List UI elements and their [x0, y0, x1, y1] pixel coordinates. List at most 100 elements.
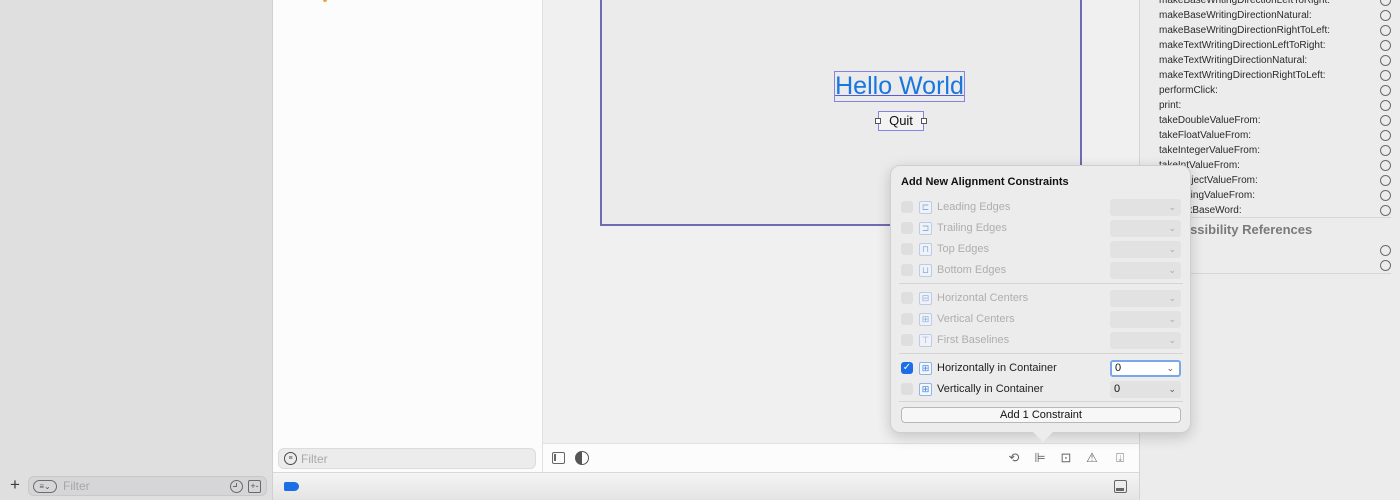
- constraint-checkbox[interactable]: [901, 313, 913, 325]
- chevron-down-icon[interactable]: ⌄: [1168, 220, 1176, 237]
- constraint-type-icon: ⊔: [919, 263, 932, 277]
- constraint-offset-combobox[interactable]: ⌄: [1110, 219, 1181, 237]
- connection-well-icon[interactable]: [1380, 100, 1391, 111]
- constraint-offset-combobox[interactable]: ⌄: [1110, 240, 1181, 258]
- constraint-type-icon: ⊏: [919, 200, 932, 214]
- popover-arrow: [1033, 432, 1053, 442]
- constraint-offset-combobox[interactable]: ⌄: [1110, 289, 1181, 307]
- add-constraint-button[interactable]: Add 1 Constraint: [901, 407, 1181, 423]
- constraint-checkbox[interactable]: [901, 222, 913, 234]
- resize-handle-left[interactable]: [875, 118, 881, 124]
- chevron-down-icon[interactable]: ⌄: [1168, 311, 1176, 328]
- connection-well-icon[interactable]: [1380, 190, 1391, 201]
- chevron-down-icon[interactable]: ⌄: [1168, 332, 1176, 349]
- constraint-checkbox[interactable]: [901, 264, 913, 276]
- connection-label: makeTextWritingDirectionNatural:: [1159, 55, 1308, 66]
- outline-filter-field[interactable]: ≡ Filter: [278, 448, 536, 469]
- constraint-offset-combobox[interactable]: ⌄: [1110, 310, 1181, 328]
- filter-options-icon[interactable]: ≡⌄: [33, 479, 57, 493]
- sidebar-footer: + ≡⌄ Filter +-: [0, 470, 273, 500]
- add-constraints-icon[interactable]: ⊡: [1057, 450, 1075, 466]
- connection-well-icon[interactable]: [1380, 55, 1391, 66]
- constraint-label: Leading Edges: [937, 201, 1011, 213]
- constraint-offset-value[interactable]: 0: [1115, 362, 1121, 374]
- sidebar-filter-input[interactable]: Filter: [63, 479, 230, 493]
- connection-well-icon[interactable]: [1380, 145, 1391, 156]
- breakpoints-toggle-icon[interactable]: [284, 482, 299, 491]
- connection-well-icon[interactable]: [1380, 70, 1391, 81]
- constraint-row: ⊟ Horizontal Centers ⌄: [901, 289, 1181, 307]
- connection-row: makeBaseWritingDirectionRightToLeft:: [1159, 23, 1391, 38]
- constraint-row: ⊓ Top Edges ⌄: [901, 240, 1181, 258]
- connection-label: makeTextWritingDirectionLeftToRight:: [1159, 40, 1326, 51]
- connection-well-icon[interactable]: [1380, 115, 1391, 126]
- connection-well-icon[interactable]: [1380, 130, 1391, 141]
- constraint-offset-combobox[interactable]: ⌄: [1110, 261, 1181, 279]
- connection-well-icon[interactable]: [1380, 260, 1391, 271]
- hide-outline-icon[interactable]: [552, 452, 565, 464]
- popover-divider: [899, 353, 1183, 354]
- canvas-toolbar: ⟲ ⊫ ⊡ ⚠ ⍗: [543, 443, 1139, 472]
- connection-row: takeIntValueFrom:: [1159, 158, 1391, 173]
- constraint-row: ⊔ Bottom Edges ⌄: [901, 261, 1181, 279]
- filter-icon: ≡: [284, 452, 297, 465]
- constraint-offset-combobox[interactable]: 0 ⌄: [1110, 380, 1181, 398]
- constraint-offset-combobox[interactable]: ⌄: [1110, 198, 1181, 216]
- connection-label: takeIntegerValueFrom:: [1159, 145, 1260, 156]
- constraint-checkbox[interactable]: [901, 292, 913, 304]
- constraint-type-icon: ⊤: [919, 333, 932, 347]
- add-button[interactable]: +: [10, 476, 24, 493]
- popover-title: Add New Alignment Constraints: [901, 176, 1069, 188]
- chevron-down-icon[interactable]: ⌄: [1168, 241, 1176, 258]
- hello-world-label[interactable]: Hello World: [834, 71, 965, 102]
- connection-well-icon[interactable]: [1380, 25, 1391, 36]
- source-control-filter-icon[interactable]: +-: [248, 479, 261, 493]
- resolve-issues-icon[interactable]: ⚠: [1083, 450, 1101, 466]
- connection-well-icon[interactable]: [1380, 10, 1391, 21]
- constraint-row: ⊏ Leading Edges ⌄: [901, 198, 1181, 216]
- constraint-type-icon: ⊞: [919, 382, 932, 396]
- constraint-offset-combobox[interactable]: 0 ⌄: [1110, 359, 1181, 377]
- constraint-checkbox[interactable]: [901, 334, 913, 346]
- connection-well-icon[interactable]: [1380, 85, 1391, 96]
- constraint-row: ⊤ First Baselines ⌄: [901, 331, 1181, 349]
- chevron-down-icon[interactable]: ⌄: [1168, 199, 1176, 216]
- connection-well-icon[interactable]: [1380, 205, 1391, 216]
- resize-handle-right[interactable]: [921, 118, 927, 124]
- connection-well-icon[interactable]: [1380, 40, 1391, 51]
- connection-well-icon[interactable]: [1380, 245, 1391, 256]
- document-outline: ≡ Filter: [273, 0, 543, 472]
- chevron-down-icon[interactable]: ⌄: [1168, 262, 1176, 279]
- constraint-checkbox[interactable]: [901, 383, 913, 395]
- constraint-offset-combobox[interactable]: ⌄: [1110, 331, 1181, 349]
- connection-well-icon[interactable]: [1380, 0, 1391, 6]
- constraint-row: ⊞ Vertical Centers ⌄: [901, 310, 1181, 328]
- chevron-down-icon[interactable]: ⌄: [1166, 362, 1174, 375]
- recent-files-icon[interactable]: [230, 479, 243, 493]
- constraint-checkbox[interactable]: ✓: [901, 362, 913, 374]
- constraint-checkbox[interactable]: [901, 201, 913, 213]
- alignment-constraints-popover: Add New Alignment Constraints Add 1 Cons…: [890, 165, 1191, 433]
- constraint-row: ⊞ Vertically in Container 0 ⌄: [901, 380, 1181, 398]
- reference-row: [1159, 258, 1391, 273]
- show-debug-area-icon[interactable]: [1114, 480, 1127, 493]
- constraint-label: Vertical Centers: [937, 313, 1015, 325]
- connection-well-icon[interactable]: [1380, 160, 1391, 171]
- constraint-label: Horizontally in Container: [937, 362, 1057, 374]
- update-frames-icon[interactable]: ⟲: [1005, 450, 1023, 466]
- sidebar-filter-field[interactable]: ≡⌄ Filter +-: [28, 476, 267, 496]
- constraint-offset-value[interactable]: 0: [1114, 383, 1120, 395]
- align-icon[interactable]: ⊫: [1031, 450, 1049, 466]
- chevron-down-icon[interactable]: ⌄: [1168, 290, 1176, 307]
- connection-row: performClick:: [1159, 83, 1391, 98]
- outline-filter-input[interactable]: Filter: [301, 452, 535, 466]
- outline-item-indicator: [323, 0, 327, 2]
- connection-well-icon[interactable]: [1380, 175, 1391, 186]
- quit-button[interactable]: Quit: [875, 111, 927, 131]
- chevron-down-icon[interactable]: ⌄: [1168, 381, 1176, 398]
- constraint-checkbox[interactable]: [901, 243, 913, 255]
- constraint-type-icon: ⊟: [919, 291, 932, 305]
- appearance-toggle-icon[interactable]: [575, 451, 589, 465]
- embed-in-icon[interactable]: ⍗: [1111, 450, 1129, 466]
- connection-row: takeFloatValueFrom:: [1159, 128, 1391, 143]
